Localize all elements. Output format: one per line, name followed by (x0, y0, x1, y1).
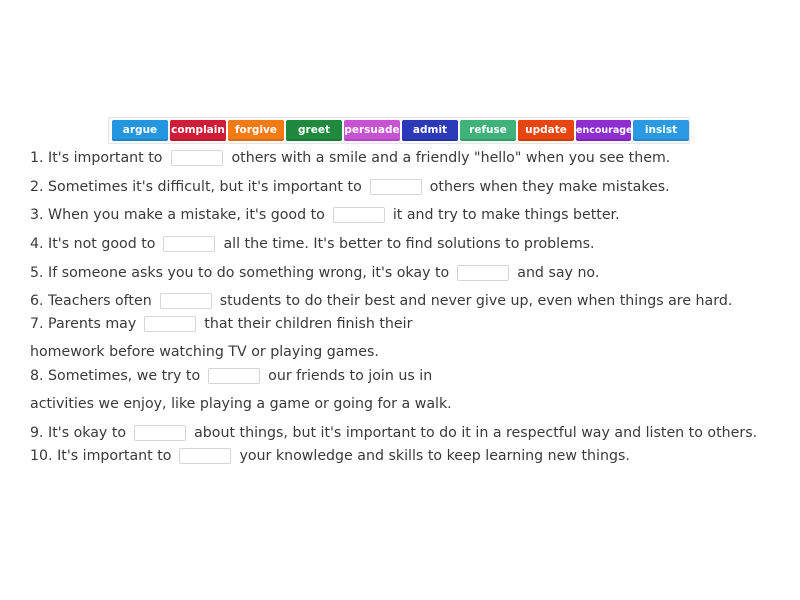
sentence-text: 7. Parents may (30, 316, 137, 332)
sentence-text: 10. It's important to (30, 448, 172, 464)
word-tile-argue[interactable]: argue (112, 120, 168, 141)
sentence-3: 3. When you make a mistake, it's good to… (30, 205, 620, 225)
sentence-text: all the time. It's better to find soluti… (223, 236, 595, 252)
answer-blank-9[interactable] (134, 425, 187, 441)
word-tile-update[interactable]: update (518, 120, 574, 141)
sentence-text: about things, but it's important to do i… (194, 425, 758, 441)
sentence-2: 2. Sometimes it's difficult, but it's im… (30, 177, 670, 197)
word-bank: argue complain forgive greet persuade ad… (108, 117, 690, 144)
answer-blank-7[interactable] (144, 316, 197, 332)
sentence-9: 9. It's okay to about things, but it's i… (30, 423, 757, 443)
sentence-text: 6. Teachers often (30, 293, 152, 309)
sentence-text: activities we enjoy, like playing a game… (30, 396, 452, 412)
sentence-text: 3. When you make a mistake, it's good to (30, 207, 325, 223)
sentence-text: students to do their best and never give… (219, 293, 733, 309)
sentence-10: 10. It's important to your knowledge and… (30, 446, 630, 466)
sentence-8: 8. Sometimes, we try to our friends to j… (30, 366, 432, 386)
word-tile-insist[interactable]: insist (633, 120, 689, 141)
word-tile-admit[interactable]: admit (402, 120, 458, 141)
sentence-text: 8. Sometimes, we try to (30, 368, 201, 384)
sentence-text: our friends to join us in (268, 368, 433, 384)
answer-blank-8[interactable] (208, 368, 261, 384)
sentence-text: that their children finish their (204, 316, 413, 332)
answer-blank-2[interactable] (369, 179, 422, 195)
answer-blank-6[interactable] (159, 293, 212, 309)
sentence-text: your knowledge and skills to keep learni… (239, 448, 630, 464)
word-tile-greet[interactable]: greet (286, 120, 342, 141)
sentence-5: 5. If someone asks you to do something w… (30, 263, 599, 283)
sentence-7: 7. Parents may that their children finis… (30, 314, 412, 334)
answer-blank-3[interactable] (332, 207, 385, 223)
word-tile-encourage[interactable]: encourage (576, 120, 632, 141)
sentence-1: 1. It's important to others with a smile… (30, 148, 670, 168)
sentence-text: 5. If someone asks you to do something w… (30, 265, 450, 281)
sentence-8-continuation: activities we enjoy, like playing a game… (30, 394, 452, 414)
sentence-text: 9. It's okay to (30, 425, 127, 441)
sentence-text: it and try to make things better. (392, 207, 620, 223)
sentence-text: 2. Sometimes it's difficult, but it's im… (30, 179, 362, 195)
sentence-4: 4. It's not good to all the time. It's b… (30, 234, 595, 254)
word-tile-forgive[interactable]: forgive (228, 120, 284, 141)
sentence-text: and say no. (517, 265, 600, 281)
sentence-text: others with a smile and a friendly "hell… (231, 150, 671, 166)
answer-blank-4[interactable] (163, 236, 216, 252)
answer-blank-1[interactable] (171, 150, 224, 166)
sentence-text: 4. It's not good to (30, 236, 156, 252)
word-tile-persuade[interactable]: persuade (344, 120, 400, 141)
answer-blank-5[interactable] (457, 265, 510, 281)
answer-blank-10[interactable] (179, 448, 232, 464)
sentence-text: others when they make mistakes. (429, 179, 670, 195)
sentence-text: 1. It's important to (30, 150, 163, 166)
word-tile-refuse[interactable]: refuse (460, 120, 516, 141)
sentence-text: homework before watching TV or playing g… (30, 344, 379, 360)
word-tile-complain[interactable]: complain (170, 120, 226, 141)
sentence-7-continuation: homework before watching TV or playing g… (30, 342, 379, 362)
sentence-6: 6. Teachers often students to do their b… (30, 291, 732, 311)
